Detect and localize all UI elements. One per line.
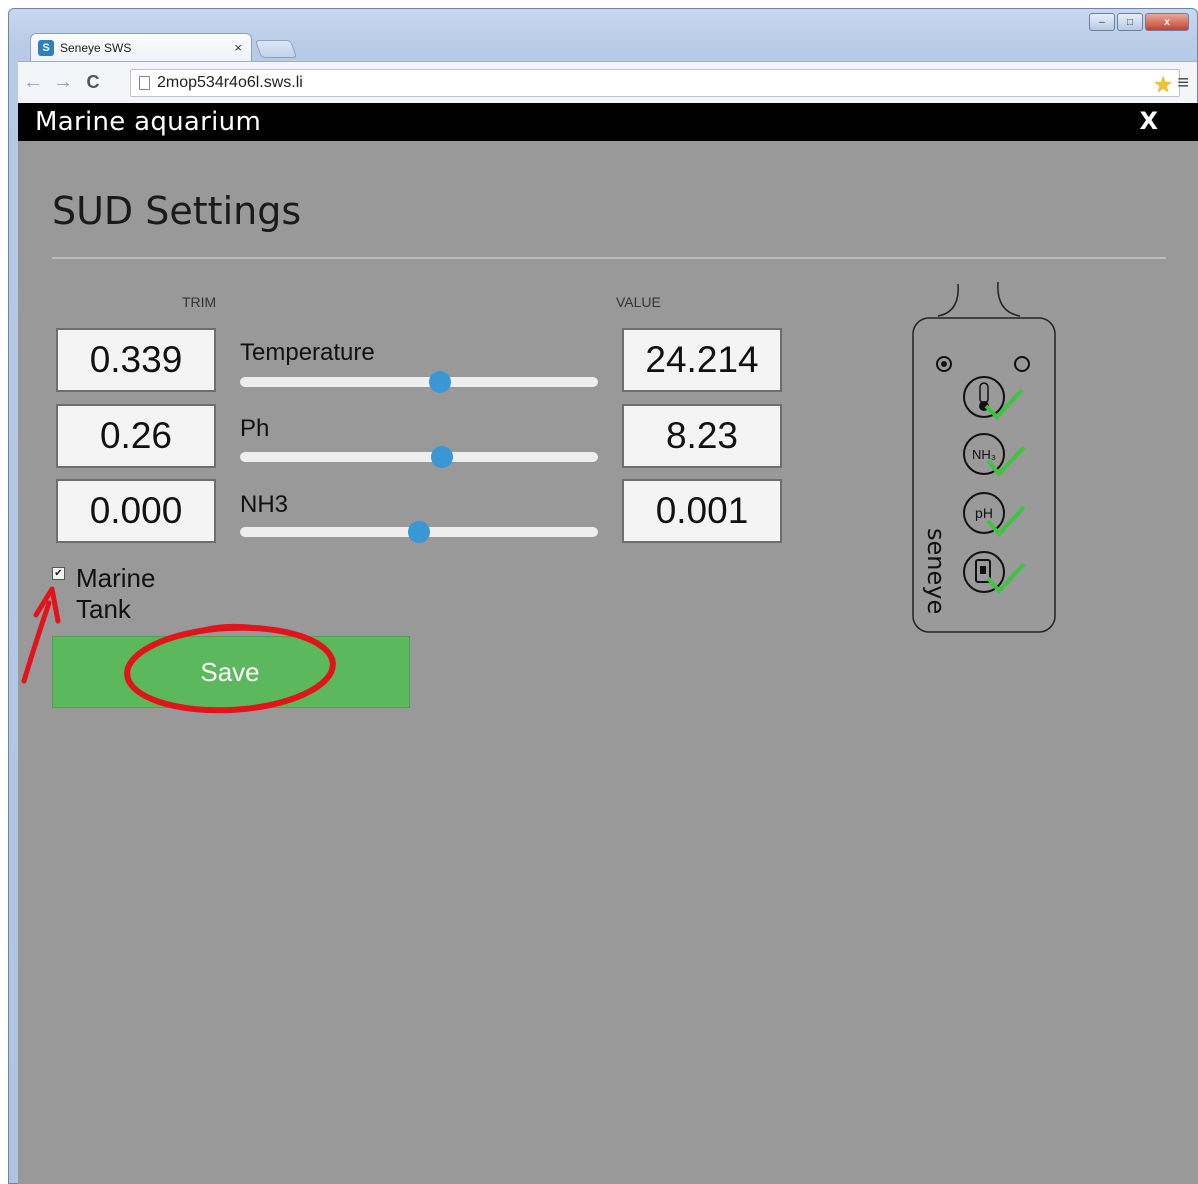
page-icon	[139, 76, 150, 90]
favicon-icon: S	[38, 39, 54, 56]
save-button[interactable]: Save	[52, 636, 410, 708]
trim-input-nh3[interactable]: 0.000	[56, 479, 216, 543]
save-button-label: Save	[200, 656, 260, 687]
marine-tank-label: Marine Tank	[76, 563, 156, 624]
ph-badge-text: pH	[975, 505, 993, 521]
seneye-device-illustration: NH₃ pH seneye	[912, 281, 1056, 633]
nh3-slider[interactable]	[240, 521, 598, 543]
new-tab-button[interactable]	[254, 40, 298, 58]
temperature-label: Temperature	[240, 339, 375, 366]
seneye-brand-text: seneye	[922, 528, 950, 614]
value-temperature: 24.214	[622, 328, 782, 392]
trim-input-temperature[interactable]: 0.339	[56, 328, 216, 392]
reload-icon[interactable]: C	[78, 72, 108, 93]
ph-label: Ph	[240, 415, 270, 442]
tab-close-icon[interactable]: ×	[234, 40, 242, 55]
slider-thumb[interactable]	[429, 371, 452, 393]
settings-panel: SUD Settings TRIM VALUE 0.339 Temperatur…	[18, 141, 1198, 1184]
browser-tab[interactable]: S Seneye SWS ×	[30, 33, 252, 61]
app-close-button[interactable]: X	[1139, 107, 1158, 135]
nh3-badge-text: NH₃	[972, 447, 996, 462]
tab-title: Seneye SWS	[60, 40, 132, 55]
marine-tank-checkbox[interactable]: ✔	[52, 567, 65, 580]
menu-icon[interactable]: ≡	[1177, 72, 1189, 95]
value-nh3: 0.001	[622, 479, 782, 543]
maximize-button[interactable]: □	[1117, 13, 1143, 31]
divider	[52, 257, 1166, 259]
app-title: Marine aquarium	[35, 107, 262, 137]
address-bar[interactable]: 2mop534r4o6l.sws.li ★	[130, 69, 1180, 97]
value-column-header: VALUE	[616, 294, 661, 310]
page-title: SUD Settings	[52, 189, 302, 233]
window-controls: – □ x	[1089, 13, 1189, 31]
trim-column-header: TRIM	[182, 294, 217, 310]
minimize-button[interactable]: –	[1089, 13, 1115, 31]
value-ph: 8.23	[622, 404, 782, 468]
nh3-label: NH3	[240, 491, 289, 518]
window-close-button[interactable]: x	[1145, 13, 1189, 31]
ph-slider[interactable]	[240, 446, 598, 468]
slider-thumb[interactable]	[431, 446, 454, 468]
slider-thumb[interactable]	[408, 521, 430, 543]
bookmark-star-icon[interactable]: ★	[1153, 72, 1173, 98]
back-icon[interactable]: ←	[18, 71, 48, 94]
forward-icon[interactable]: →	[48, 71, 78, 94]
browser-toolbar: ← → C 2mop534r4o6l.sws.li ★ ≡	[18, 61, 1197, 103]
temperature-slider[interactable]	[240, 371, 598, 393]
trim-input-ph[interactable]: 0.26	[56, 404, 216, 468]
url-text: 2mop534r4o6l.sws.li	[157, 74, 303, 91]
app-header: Marine aquarium X	[18, 103, 1198, 141]
